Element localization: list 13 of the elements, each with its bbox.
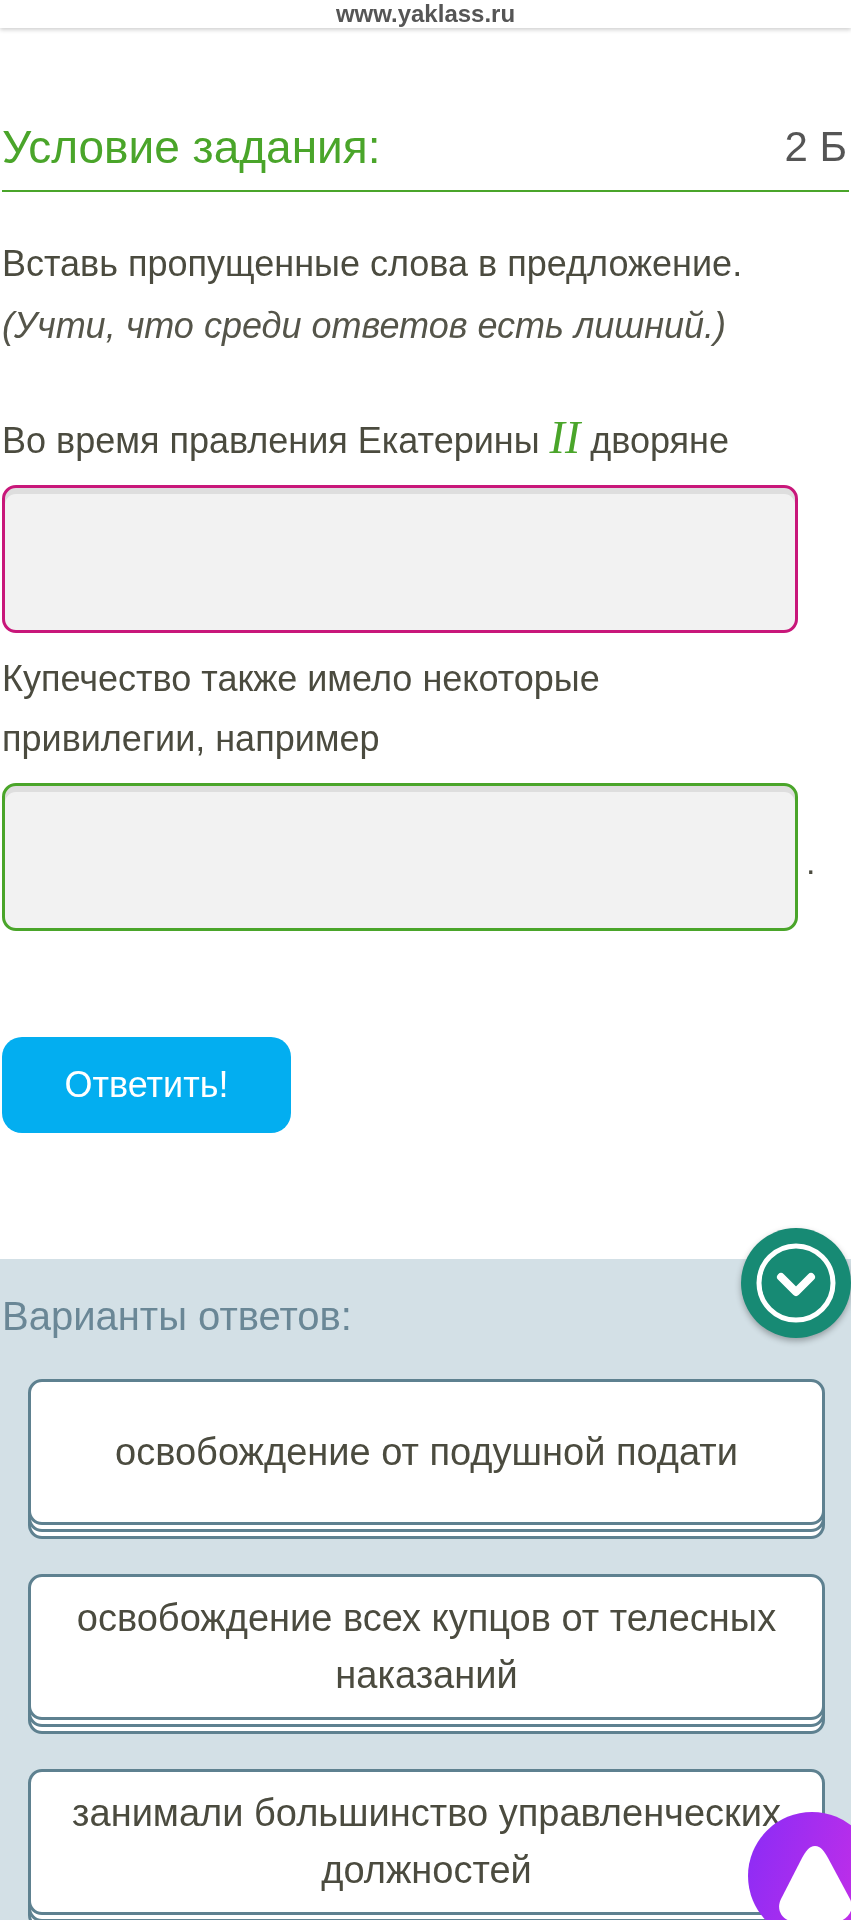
task-title: Условие задания:: [2, 120, 381, 175]
chevron-down-icon: [756, 1243, 836, 1323]
collapse-button[interactable]: [741, 1228, 851, 1338]
note-text: (Учти, что среди ответов есть лишний.): [2, 304, 728, 348]
answer-drop-field[interactable]: [2, 783, 798, 931]
sentence-end-text: .: [806, 842, 816, 882]
url-text: www.yaklass.ru: [335, 0, 516, 28]
sentence-text: Во время правления Екатерины II дворяне: [2, 411, 730, 465]
points-text: 2 Б: [784, 122, 848, 172]
answers-title: Варианты ответов:: [1, 1293, 353, 1340]
instruction-text: Вставь пропущенные слова в предложение.: [2, 242, 744, 286]
answer-drop-field[interactable]: [2, 485, 798, 633]
sentence-text: Купечество также имело некоторые привилегии, например: [2, 657, 601, 761]
